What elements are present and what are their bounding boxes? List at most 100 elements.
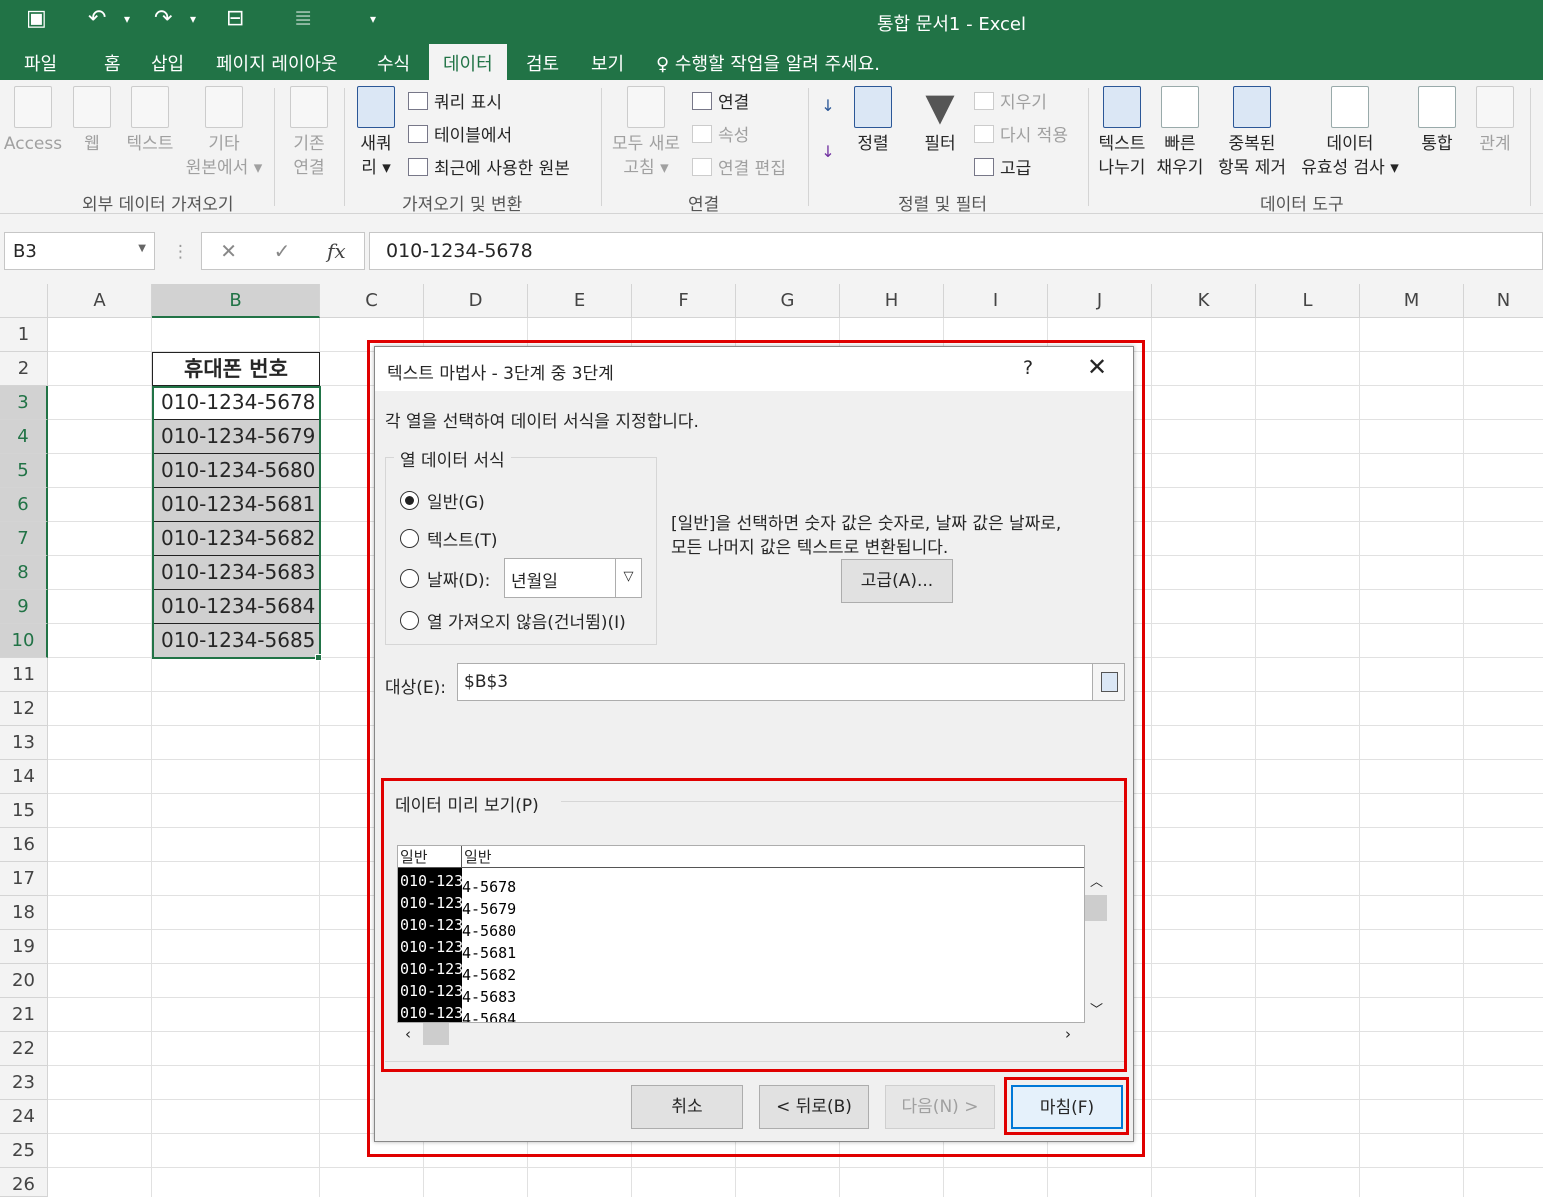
- column-header-j[interactable]: J: [1048, 284, 1152, 318]
- insert-function-icon[interactable]: fx: [327, 239, 346, 263]
- cell-b9[interactable]: 010-1234-5684: [152, 590, 320, 624]
- fill-handle[interactable]: [315, 654, 322, 661]
- show-queries-button[interactable]: 쿼리 표시: [408, 88, 502, 113]
- scroll-thumb[interactable]: [423, 1023, 449, 1045]
- scroll-up-icon[interactable]: ︿: [1090, 871, 1103, 890]
- radio-skip[interactable]: 열 가져오지 않음(건너뜀)(I): [400, 608, 626, 633]
- row-header-8[interactable]: 8: [0, 556, 48, 590]
- radio-text[interactable]: 텍스트(T): [400, 526, 498, 551]
- close-icon[interactable]: ✕: [1087, 353, 1107, 381]
- scroll-right-icon[interactable]: ›: [1065, 1025, 1071, 1043]
- column-header-i[interactable]: I: [944, 284, 1048, 318]
- consolidate-button[interactable]: 통합: [1410, 86, 1464, 156]
- scroll-thumb[interactable]: [1085, 895, 1107, 921]
- row-header-25[interactable]: 25: [0, 1134, 48, 1168]
- cell-b10[interactable]: 010-1234-5685: [152, 624, 320, 658]
- access-button[interactable]: Access: [2, 86, 64, 156]
- edit-links-button[interactable]: 연결 편집: [692, 154, 786, 179]
- column-header-b[interactable]: B: [152, 284, 320, 318]
- row-header-15[interactable]: 15: [0, 794, 48, 828]
- existing-connections-button[interactable]: 기존 연결: [282, 86, 336, 180]
- cell-b5[interactable]: 010-1234-5680: [152, 454, 320, 488]
- preview-vertical-scrollbar[interactable]: ︿ ﹀: [1085, 869, 1107, 1021]
- row-header-13[interactable]: 13: [0, 726, 48, 760]
- range-picker-icon[interactable]: [1092, 664, 1124, 700]
- row-header-17[interactable]: 17: [0, 862, 48, 896]
- row-header-5[interactable]: 5: [0, 454, 48, 488]
- preview-col-header[interactable]: 일반: [398, 846, 462, 868]
- row-header-9[interactable]: 9: [0, 590, 48, 624]
- tab-view[interactable]: 보기: [591, 50, 624, 76]
- row-header-11[interactable]: 11: [0, 658, 48, 692]
- row-header-12[interactable]: 12: [0, 692, 48, 726]
- select-all-corner[interactable]: [0, 284, 48, 318]
- other-sources-button[interactable]: 기타 원본에서 ▾: [180, 86, 268, 180]
- row-header-2[interactable]: 2: [0, 352, 48, 386]
- tell-me-box[interactable]: ♀ 수행할 작업을 알려 주세요.: [656, 50, 880, 76]
- sort-ascending-button[interactable]: ↓: [816, 94, 840, 118]
- tab-insert[interactable]: 삽입: [151, 50, 184, 76]
- cancel-entry-icon[interactable]: ✕: [220, 239, 237, 263]
- row-header-18[interactable]: 18: [0, 896, 48, 930]
- help-icon[interactable]: ?: [1023, 357, 1033, 379]
- date-format-select[interactable]: 년월일 ▽: [504, 558, 642, 598]
- row-header-6[interactable]: 6: [0, 488, 48, 522]
- cancel-button[interactable]: 취소: [631, 1085, 743, 1129]
- radio-date[interactable]: 날짜(D):: [400, 566, 490, 591]
- row-header-1[interactable]: 1: [0, 318, 48, 352]
- cell-b3[interactable]: 010-1234-5678: [152, 386, 320, 420]
- column-header-l[interactable]: L: [1256, 284, 1360, 318]
- properties-button[interactable]: 속성: [692, 121, 749, 146]
- column-header-c[interactable]: C: [320, 284, 424, 318]
- remove-duplicates-button[interactable]: 중복된 항목 제거: [1214, 86, 1290, 180]
- row-header-3[interactable]: 3: [0, 386, 48, 420]
- tab-formulas[interactable]: 수식: [377, 50, 410, 76]
- formula-input[interactable]: 010-1234-5678: [369, 232, 1543, 270]
- data-preview[interactable]: 일반 일반 010-1234-5678 010-1234-5679 010-12…: [397, 845, 1085, 1023]
- reapply-button[interactable]: 다시 적용: [974, 121, 1068, 146]
- cell-b2-header[interactable]: 휴대폰 번호: [152, 352, 320, 386]
- row-header-19[interactable]: 19: [0, 930, 48, 964]
- from-table-button[interactable]: 테이블에서: [408, 121, 512, 146]
- clear-filter-button[interactable]: 지우기: [974, 88, 1047, 113]
- connections-button[interactable]: 연결: [692, 88, 749, 113]
- row-header-21[interactable]: 21: [0, 998, 48, 1032]
- column-header-h[interactable]: H: [840, 284, 944, 318]
- column-header-m[interactable]: M: [1360, 284, 1464, 318]
- column-header-a[interactable]: A: [48, 284, 152, 318]
- chevron-down-icon[interactable]: ▽: [615, 559, 641, 597]
- cell-b8[interactable]: 010-1234-5683: [152, 556, 320, 590]
- column-header-d[interactable]: D: [424, 284, 528, 318]
- tab-data[interactable]: 데이터: [429, 44, 507, 80]
- column-header-f[interactable]: F: [632, 284, 736, 318]
- refresh-all-button[interactable]: 모두 새로 고침 ▾: [606, 86, 686, 180]
- row-header-7[interactable]: 7: [0, 522, 48, 556]
- tab-review[interactable]: 검토: [526, 50, 559, 76]
- from-text-button[interactable]: 텍스트: [120, 86, 180, 156]
- next-button[interactable]: 다음(N) >: [885, 1085, 995, 1129]
- row-header-14[interactable]: 14: [0, 760, 48, 794]
- cell-b6[interactable]: 010-1234-5681: [152, 488, 320, 522]
- relationships-button[interactable]: 관계: [1468, 86, 1522, 156]
- sort-button[interactable]: 정렬: [848, 86, 898, 156]
- tab-home[interactable]: 홈: [104, 50, 121, 76]
- row-header-23[interactable]: 23: [0, 1066, 48, 1100]
- recent-sources-button[interactable]: 최근에 사용한 원본: [408, 154, 570, 179]
- tab-file[interactable]: 파일: [24, 50, 57, 76]
- back-button[interactable]: < 뒤로(B): [759, 1085, 869, 1129]
- filter-button[interactable]: ▼ 필터: [914, 86, 966, 156]
- advanced-filter-button[interactable]: 고급: [974, 154, 1031, 179]
- finish-button[interactable]: 마침(F): [1011, 1085, 1123, 1129]
- text-to-columns-button[interactable]: 텍스트 나누기: [1094, 86, 1150, 180]
- column-header-g[interactable]: G: [736, 284, 840, 318]
- row-header-22[interactable]: 22: [0, 1032, 48, 1066]
- name-box-dropdown-icon[interactable]: ▼: [138, 243, 146, 254]
- confirm-entry-icon[interactable]: ✓: [274, 239, 291, 263]
- preview-horizontal-scrollbar[interactable]: ‹ ›: [397, 1023, 1085, 1047]
- row-header-10[interactable]: 10: [0, 624, 48, 658]
- column-header-e[interactable]: E: [528, 284, 632, 318]
- advanced-button[interactable]: 고급(A)...: [841, 559, 953, 603]
- data-validation-button[interactable]: 데이터 유효성 검사 ▾: [1294, 86, 1406, 180]
- scroll-down-icon[interactable]: ﹀: [1090, 999, 1103, 1018]
- sort-descending-button[interactable]: ↓: [816, 140, 840, 164]
